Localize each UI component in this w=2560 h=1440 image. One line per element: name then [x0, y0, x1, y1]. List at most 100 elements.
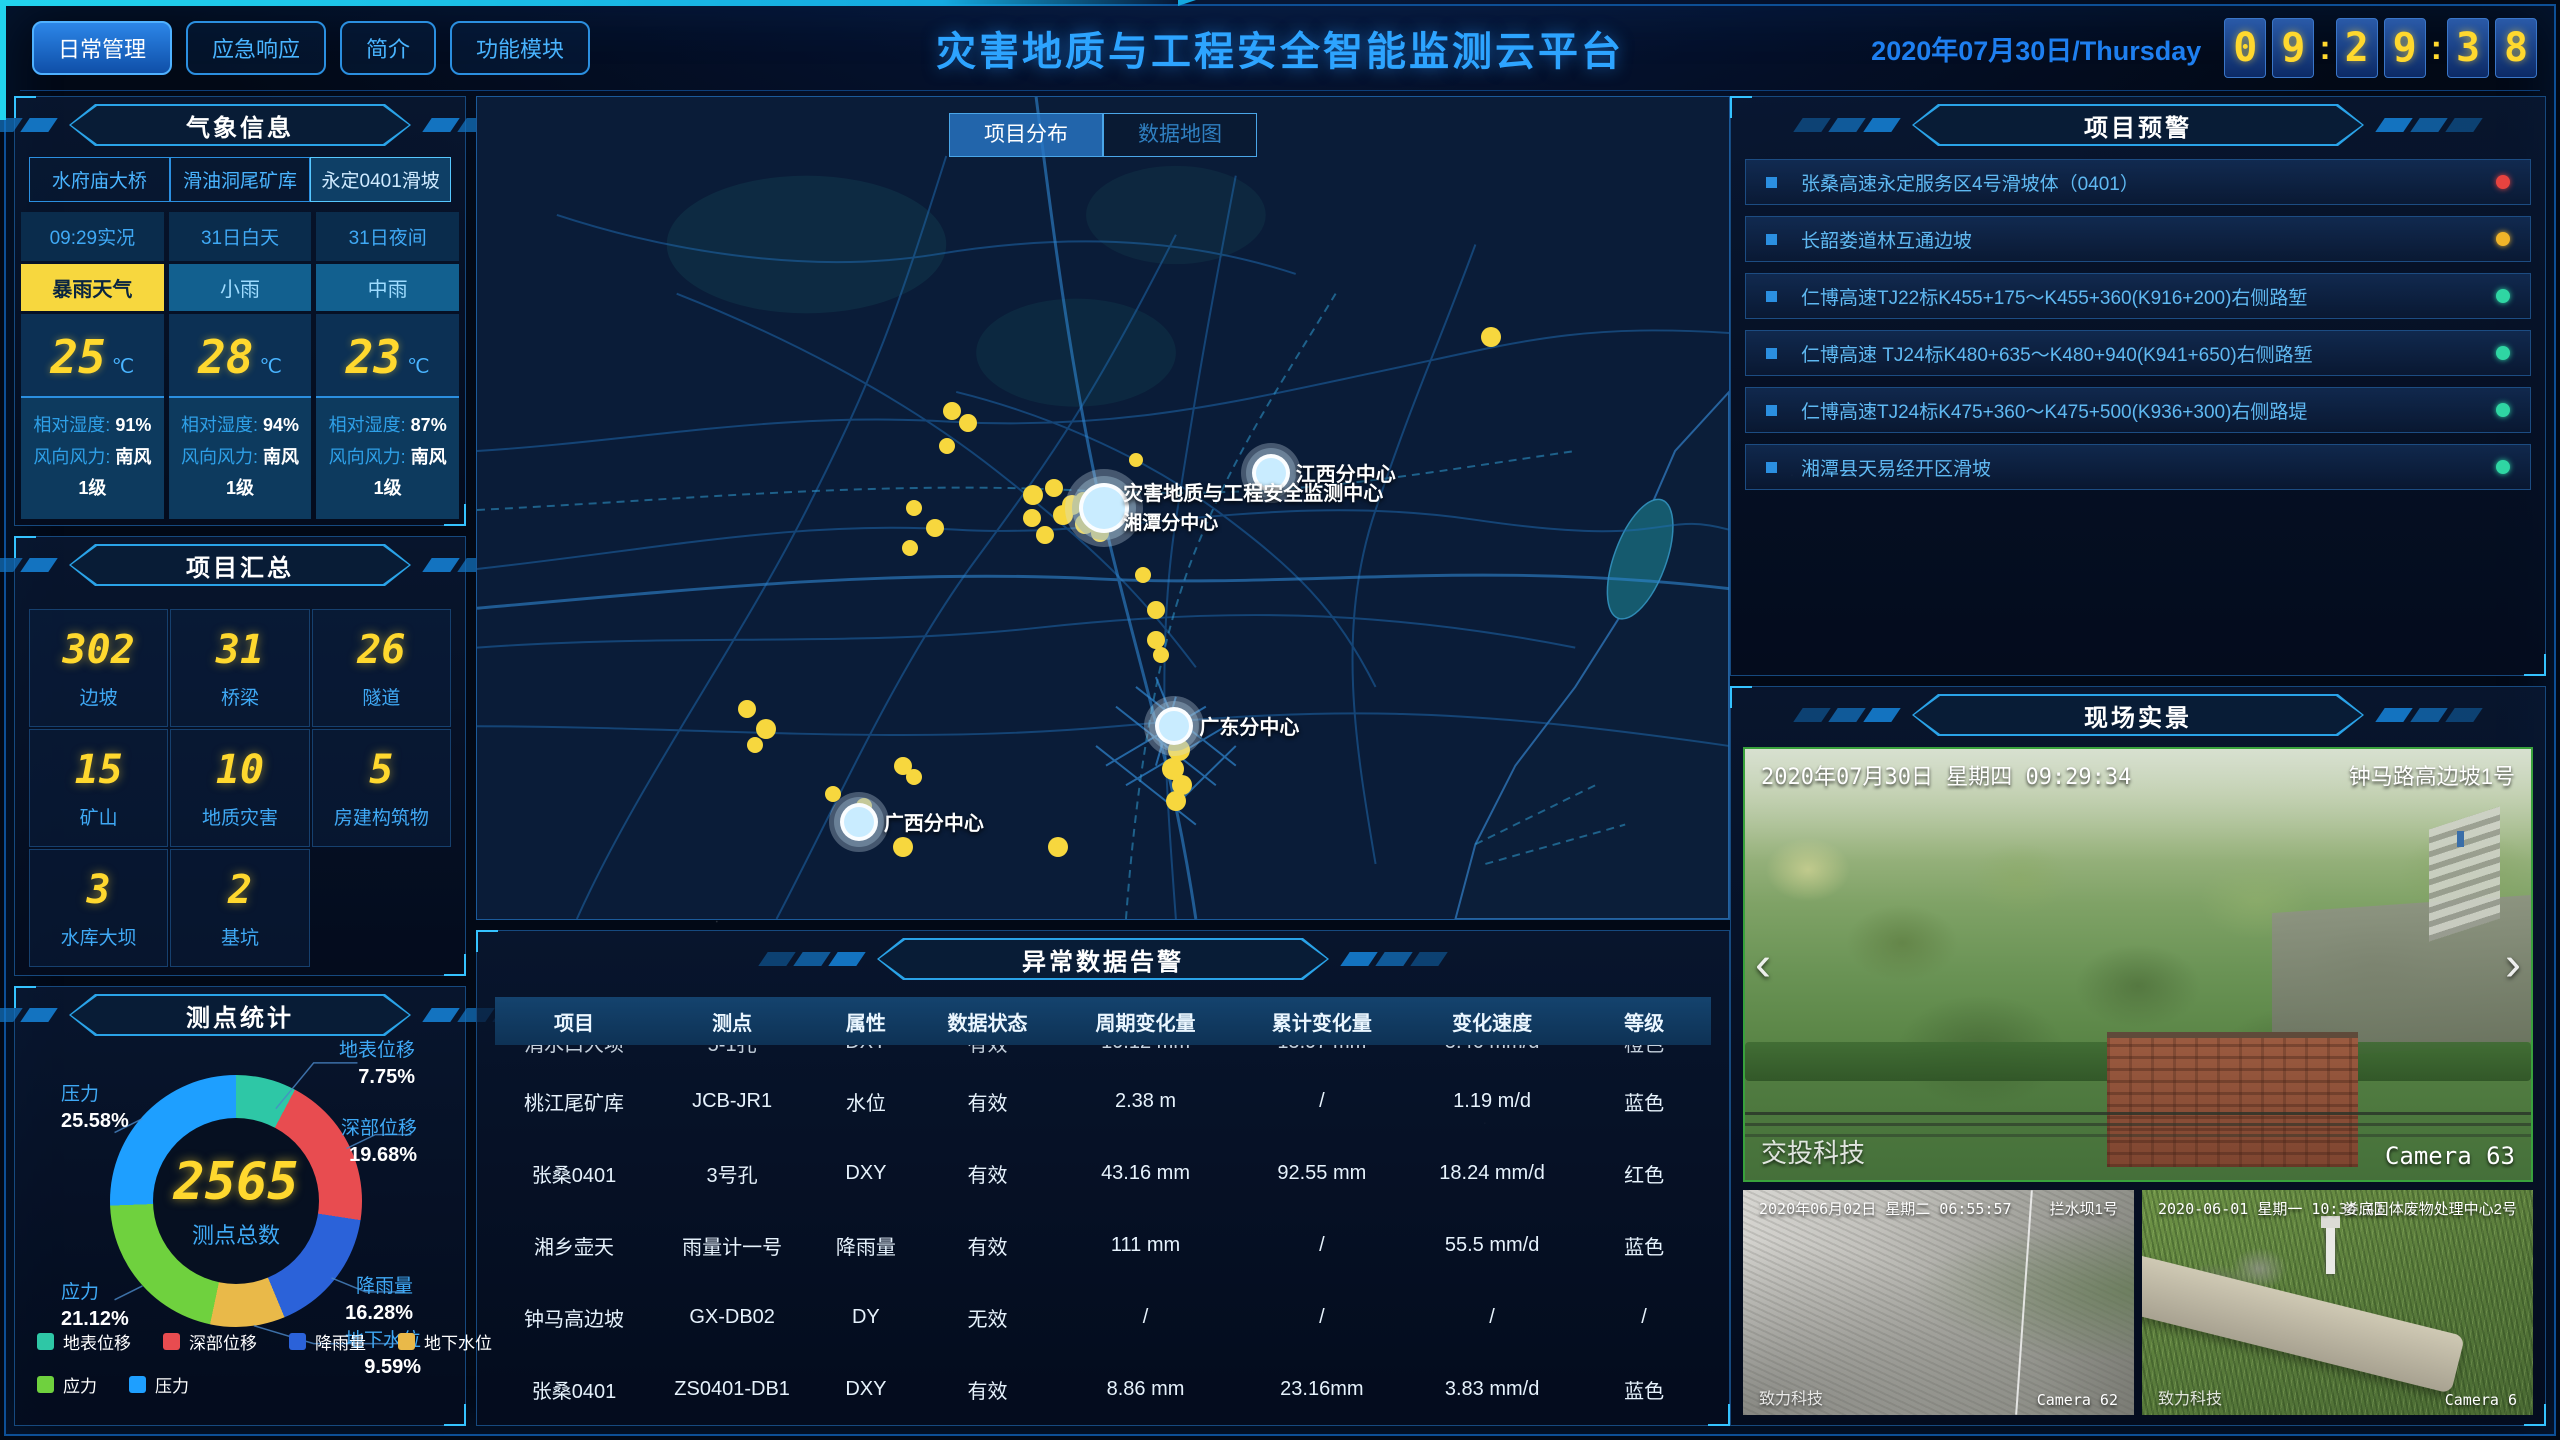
- project-dot[interactable]: [906, 500, 922, 516]
- clock-digit: 8: [2495, 18, 2537, 78]
- warning-item-0[interactable]: 张桑高速永定服务区4号滑坡体（0401）: [1745, 159, 2531, 205]
- sub-camera-feed-1[interactable]: 2020年06月02日 星期二 06:55:57 拦水坝1号 致力科技 Came…: [1743, 1190, 2134, 1415]
- warning-item-3[interactable]: 仁博高速 TJ24标K480+635～K480+940(K941+650)右侧路…: [1745, 330, 2531, 376]
- summary-cell-6[interactable]: 3水库大坝: [29, 849, 168, 967]
- nav-button-2[interactable]: 简介: [340, 21, 436, 75]
- project-dot[interactable]: [738, 700, 756, 718]
- project-dot[interactable]: [1166, 791, 1186, 811]
- legend-item-4[interactable]: 应力: [37, 1372, 97, 1397]
- weather-humidity-wind: 相对湿度: 91%风向风力: 南风1级: [21, 396, 164, 519]
- alarm-row-3[interactable]: 钟马高边坡GX-DB02DY无效////: [495, 1281, 1711, 1353]
- summary-cell-5[interactable]: 5房建构筑物: [312, 729, 451, 847]
- alarm-cell: 3号孔: [653, 1159, 811, 1188]
- project-dot[interactable]: [1135, 567, 1151, 583]
- weather-condition: 暴雨天气: [21, 264, 164, 311]
- next-camera-arrow[interactable]: ›: [2505, 941, 2521, 989]
- map-marker-1[interactable]: 灾害地质与工程安全监测中心湘潭分中心: [1079, 483, 1129, 533]
- project-dot[interactable]: [926, 519, 944, 537]
- alarm-row-0[interactable]: 桃江尾矿库JCB-JR1水位有效2.38 m/1.19 m/d蓝色: [495, 1065, 1711, 1137]
- project-dot[interactable]: [825, 786, 841, 802]
- summary-cell-2[interactable]: 26隧道: [312, 609, 451, 727]
- alarm-cell: DXY: [811, 1162, 920, 1185]
- map-marker-2[interactable]: 广东分中心: [1155, 707, 1193, 745]
- callout-percent: 21.12%: [61, 1306, 129, 1332]
- summary-cell-3[interactable]: 15矿山: [29, 729, 168, 847]
- alarm-row-1[interactable]: 张桑04013号孔DXY有效43.16 mm92.55 mm18.24 mm/d…: [495, 1137, 1711, 1209]
- panel-title-plate: 气象信息: [69, 104, 411, 146]
- map-marker-3[interactable]: 广西分中心: [840, 803, 878, 841]
- warning-level-dot: [2496, 175, 2510, 189]
- summary-label: 矿山: [80, 803, 118, 830]
- alarm-row-4[interactable]: 张桑0401ZS0401-DB1DXY有效8.86 mm23.16mm3.83 …: [495, 1353, 1711, 1425]
- header-deco-left: [1798, 118, 1896, 132]
- weather-tab-1[interactable]: 滑油洞尾矿库: [170, 157, 311, 202]
- summary-label: 隧道: [362, 683, 400, 710]
- project-dot[interactable]: [943, 402, 961, 420]
- total-points-value: 2565: [173, 1152, 298, 1212]
- camera-timestamp: 2020年07月30日 星期四 09:29:34: [1761, 759, 2131, 791]
- project-dot[interactable]: [906, 769, 922, 785]
- summary-cell-4[interactable]: 10地质灾害: [170, 729, 309, 847]
- weather-panel-header: 气象信息: [15, 101, 465, 149]
- project-dot[interactable]: [1023, 509, 1041, 527]
- legend-item-0[interactable]: 地表位移: [37, 1329, 131, 1354]
- project-dot[interactable]: [1048, 837, 1068, 857]
- map-panel[interactable]: 项目分布数据地图 江西分中心灾害地质与工程安全监测中心湘潭分中心广东分中心广西分…: [476, 96, 1730, 920]
- alarm-cell: 红色: [1577, 1159, 1711, 1188]
- alarm-col-header-6: 变化速度: [1407, 1007, 1577, 1036]
- project-dot[interactable]: [756, 719, 776, 739]
- stats-panel-title: 测点统计: [186, 998, 294, 1033]
- project-dot[interactable]: [893, 837, 913, 857]
- warning-bullet-icon: [1766, 348, 1777, 359]
- alarm-col-header-2: 属性: [811, 1007, 920, 1036]
- warning-item-4[interactable]: 仁博高速TJ24标K475+360～K475+500(K936+300)右侧路堤: [1745, 387, 2531, 433]
- project-dot[interactable]: [939, 438, 955, 454]
- nav-button-1[interactable]: 应急响应: [186, 21, 326, 75]
- donut-callout-5: 压力25.58%: [61, 1083, 129, 1134]
- legend-item-5[interactable]: 压力: [129, 1372, 189, 1397]
- warning-item-1[interactable]: 长韶娄道林互通边坡: [1745, 216, 2531, 262]
- project-dot[interactable]: [747, 737, 763, 753]
- summary-value: 3: [87, 867, 111, 913]
- project-dot[interactable]: [1147, 601, 1165, 619]
- sub-camera-feed-2[interactable]: 2020-06-01 星期一 10:36:41 娄底固体废物处理中心2号 致力科…: [2142, 1190, 2533, 1415]
- alarm-table: 项目测点属性数据状态周期变化量累计变化量变化速度等级 涓水口大坝5-1孔DXY有…: [495, 997, 1711, 1425]
- summary-cell-1[interactable]: 31桥梁: [170, 609, 309, 727]
- legend-item-3[interactable]: 地下水位: [398, 1329, 492, 1354]
- project-dot[interactable]: [1053, 505, 1073, 525]
- marker-ring: [1079, 483, 1129, 533]
- project-dot[interactable]: [1045, 479, 1063, 497]
- summary-cell-0[interactable]: 302边坡: [29, 609, 168, 727]
- project-dot[interactable]: [902, 540, 918, 556]
- alarm-row-partial[interactable]: 涓水口大坝5-1孔DXY有效10.12 mm15.97 mm5.46 mm/d橙…: [495, 1045, 1711, 1065]
- callout-percent: 7.75%: [339, 1064, 415, 1090]
- prev-camera-arrow[interactable]: ‹: [1755, 941, 1771, 989]
- weather-temperature: 25℃: [21, 314, 164, 396]
- project-dot[interactable]: [1481, 327, 1501, 347]
- clock-colon: :: [2431, 29, 2442, 68]
- weather-tab-2[interactable]: 永定0401滑坡: [310, 157, 451, 202]
- project-dot[interactable]: [959, 414, 977, 432]
- summary-label: 桥梁: [221, 683, 259, 710]
- weather-tab-0[interactable]: 水府庙大桥: [29, 157, 170, 202]
- project-dot[interactable]: [1036, 526, 1054, 544]
- summary-cell-7[interactable]: 2基坑: [170, 849, 309, 967]
- main-camera-feed[interactable]: 2020年07月30日 星期四 09:29:34 钟马路高边坡1号 交投科技 C…: [1743, 747, 2533, 1182]
- alarm-cell: 3.83 mm/d: [1407, 1378, 1577, 1401]
- map-tab-1[interactable]: 数据地图: [1103, 113, 1257, 157]
- alarm-row-2[interactable]: 湘乡壶天雨量计一号降雨量有效111 mm/55.5 mm/d蓝色: [495, 1209, 1711, 1281]
- warning-item-2[interactable]: 仁博高速TJ22标K455+175～K455+360(K916+200)右侧路堑: [1745, 273, 2531, 319]
- map-tab-0[interactable]: 项目分布: [949, 113, 1103, 157]
- legend-item-1[interactable]: 深部位移: [163, 1329, 257, 1354]
- nav-button-3[interactable]: 功能模块: [450, 21, 590, 75]
- alarm-col-header-7: 等级: [1577, 1007, 1711, 1036]
- scene-panel: 现场实景 2020年07月30日 星期四 09:29:34 钟马路高边坡1号 交…: [1730, 686, 2546, 1426]
- project-dot[interactable]: [1129, 453, 1143, 467]
- legend-swatch: [129, 1376, 146, 1393]
- nav-button-0[interactable]: 日常管理: [32, 21, 172, 75]
- project-dot[interactable]: [1023, 485, 1043, 505]
- project-dot[interactable]: [1153, 647, 1169, 663]
- legend-item-2[interactable]: 降雨量: [289, 1329, 366, 1354]
- warning-item-5[interactable]: 湘潭县天易经开区滑坡: [1745, 444, 2531, 490]
- alarm-cell: DXY: [811, 1378, 920, 1401]
